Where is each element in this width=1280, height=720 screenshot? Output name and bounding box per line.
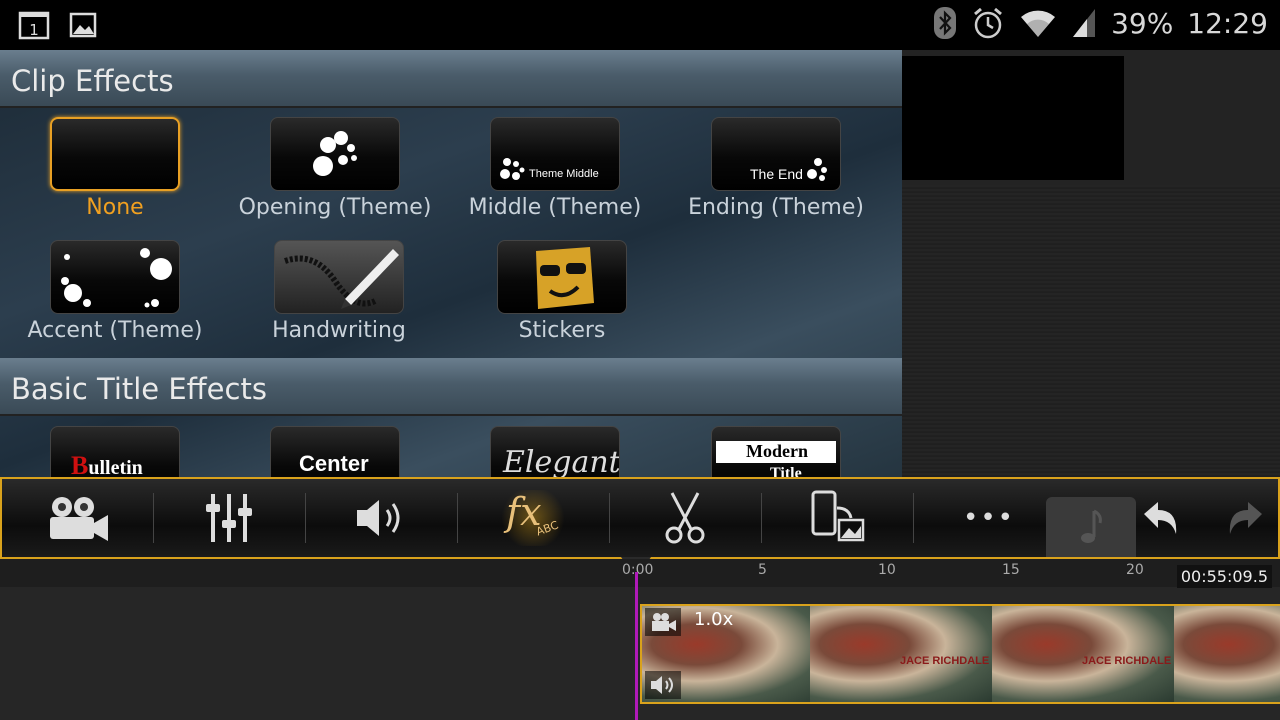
effect-opening-thumb [270, 117, 400, 191]
more-button[interactable]: ••• [914, 479, 1064, 557]
effect-label: Accent (Theme) [27, 318, 203, 343]
clip-camera-badge [645, 608, 681, 636]
title-effect-bulletin[interactable]: Bulletin [50, 426, 180, 480]
phone-image-icon [811, 490, 865, 542]
tick-label: 10 [878, 562, 896, 578]
tick-label: 20 [1126, 562, 1144, 578]
adjust-button[interactable] [154, 479, 304, 557]
effect-label: Opening (Theme) [238, 195, 432, 220]
title-effects-header: Basic Title Effects [0, 358, 902, 416]
undo-icon [1144, 502, 1177, 534]
title-effect-center[interactable]: Center [270, 426, 400, 480]
battery-percent: 39% [1111, 6, 1174, 40]
clock: 12:29 [1187, 6, 1268, 40]
video-camera-icon [50, 497, 108, 541]
effect-stickers[interactable]: Stickers [497, 240, 627, 343]
dots-icon [500, 158, 525, 180]
effect-label: None [86, 195, 144, 220]
clip-effects-header: Clip Effects [0, 50, 902, 108]
music-note-icon [1081, 509, 1102, 543]
redo-icon [1229, 502, 1262, 534]
volume-button[interactable] [306, 479, 456, 557]
thumb-caption: Center [299, 451, 369, 476]
pen-icon [284, 249, 399, 309]
equalizer-icon [206, 494, 252, 542]
title-effect-modern[interactable]: Modern Title [711, 426, 841, 480]
tick-label: 5 [758, 562, 767, 578]
thumb-caption: Bulletin [71, 451, 143, 480]
fx-icon: fx ABC [498, 490, 568, 546]
volume-icon [357, 500, 400, 536]
effects-panel: Clip Effects None Opening (Theme) Theme … [0, 50, 902, 480]
signal-icon [1073, 9, 1096, 37]
gallery-icon [69, 12, 97, 38]
preview-area[interactable] [902, 50, 1280, 480]
tick-label: 15 [1002, 562, 1020, 578]
clip-frame-title: JACE RICHDALE [1082, 655, 1172, 667]
music-button[interactable] [1046, 497, 1136, 557]
dots-icon [61, 248, 172, 308]
effect-none-thumb [50, 117, 180, 191]
video-clip-track[interactable]: JACE RICHDALE JACE RICHDALE [640, 604, 1280, 704]
wifi-icon [1021, 10, 1056, 37]
duration-label: 00:55:09.5 [1176, 565, 1272, 588]
volume-icon [651, 676, 673, 694]
fx-button[interactable]: fx ABC [458, 479, 608, 557]
effect-none[interactable]: None [50, 117, 180, 220]
clip-frame: JACE RICHDALE [810, 606, 992, 702]
clip-speed: 1.0x [694, 609, 734, 630]
title-center-thumb: Center [270, 426, 400, 480]
clip-frame: JACE RICHDALE [992, 606, 1174, 702]
timeline-ruler: 0:00 5 10 15 20 00:55:09.5 [0, 559, 1280, 588]
scissors-icon [665, 492, 705, 544]
redo-button[interactable] [1214, 479, 1274, 557]
undo-button[interactable] [1132, 479, 1192, 557]
dots-icon [807, 158, 827, 181]
effect-accent-thumb [50, 240, 180, 314]
alarm-icon [974, 7, 1003, 39]
clip-volume-badge[interactable] [645, 671, 681, 699]
effect-handwriting-thumb [274, 240, 404, 314]
bluetooth-icon [934, 7, 957, 39]
video-preview[interactable] [902, 56, 1124, 180]
effect-label: Stickers [518, 318, 606, 343]
effect-middle-thumb: Theme Middle [490, 117, 620, 191]
title-effect-elegant[interactable]: Elegant [490, 426, 620, 480]
sticker-icon [536, 247, 594, 309]
effect-label: Ending (Theme) [688, 195, 864, 220]
svg-text:1: 1 [29, 21, 39, 39]
effect-middle-theme[interactable]: Theme Middle Middle (Theme) [469, 117, 641, 220]
effect-handwriting[interactable]: Handwriting [272, 240, 406, 343]
effect-ending-thumb: The End [711, 117, 841, 191]
thumb-caption: Modern [746, 441, 808, 461]
effect-stickers-thumb [497, 240, 627, 314]
dots-icon [313, 131, 357, 176]
title-elegant-thumb: Elegant [490, 426, 620, 480]
thumb-caption: Theme Middle [529, 168, 599, 180]
media-button[interactable] [762, 479, 912, 557]
playhead[interactable] [635, 572, 638, 720]
effect-accent-theme[interactable]: Accent (Theme) [27, 240, 203, 343]
editor-toolbar: fx ABC ••• [0, 477, 1280, 559]
effect-label: Handwriting [272, 318, 406, 343]
clip-effects-title: Clip Effects [11, 64, 174, 98]
title-modern-thumb: Modern Title [711, 426, 841, 480]
title-effects-title: Basic Title Effects [11, 372, 267, 406]
status-bar: 1 39% 12:29 [0, 0, 1280, 50]
clip-frame [1174, 606, 1280, 702]
clip-frame-title: JACE RICHDALE [900, 655, 990, 667]
notification-1-icon: 1 [18, 11, 50, 40]
preview-top [902, 50, 1280, 185]
video-camera-icon [652, 613, 676, 631]
effect-opening-theme[interactable]: Opening (Theme) [239, 117, 431, 220]
more-icon: ••• [962, 503, 1015, 533]
effect-ending-theme[interactable]: The End Ending (Theme) [688, 117, 864, 220]
split-button[interactable] [610, 479, 760, 557]
video-clip-button[interactable] [2, 479, 152, 557]
effect-label: Middle (Theme) [468, 195, 642, 220]
thumb-caption: The End [750, 166, 803, 182]
thumb-caption: Elegant [503, 445, 620, 480]
title-bulletin-thumb: Bulletin [50, 426, 180, 480]
